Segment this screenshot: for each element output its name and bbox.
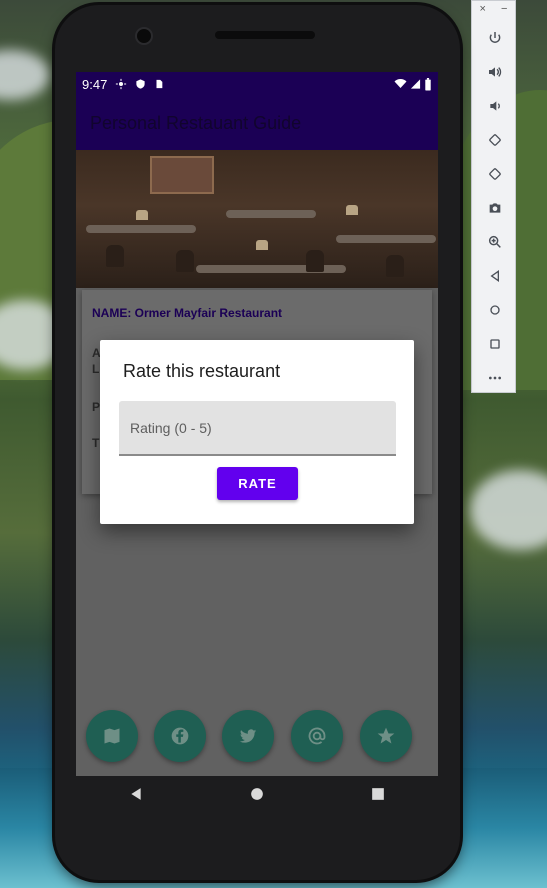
location-label: L	[92, 362, 100, 376]
email-button[interactable]	[291, 710, 343, 762]
chair	[106, 245, 124, 267]
rotate-left-icon	[488, 134, 501, 146]
minimize-icon[interactable]: −	[501, 3, 507, 21]
email-icon	[308, 727, 326, 745]
close-icon[interactable]: ×	[480, 3, 486, 21]
nav-back-button[interactable]	[121, 779, 151, 809]
rotate-right-button[interactable]	[472, 157, 517, 191]
rating-input[interactable]: Rating (0 - 5)	[119, 401, 396, 456]
overview-icon	[489, 339, 500, 349]
emulator-window-controls: × −	[472, 1, 515, 21]
phone-label: P	[92, 400, 101, 414]
emulator-toolbar: × −	[471, 0, 516, 393]
volume-up-icon	[488, 67, 501, 77]
lamp	[136, 210, 148, 220]
restaurant-name: NAME: Ormer Mayfair Restaurant	[92, 306, 283, 320]
home-icon	[489, 305, 500, 315]
status-time: 9:47	[82, 76, 108, 92]
rotate-left-button[interactable]	[472, 123, 517, 157]
map-button[interactable]	[86, 710, 138, 762]
rating-dialog: Rate this restaurant Rating (0 - 5) RATE	[100, 340, 414, 524]
system-nav-bar	[76, 771, 438, 817]
overview-icon	[371, 788, 384, 800]
more-icon	[488, 376, 501, 380]
rate-button[interactable]: RATE	[217, 467, 298, 500]
twitter-icon	[239, 729, 257, 743]
screenshot-button[interactable]	[472, 191, 517, 225]
chair	[176, 250, 194, 272]
lamp	[346, 205, 358, 215]
overview-button[interactable]	[472, 327, 517, 361]
status-bar: 9:47	[76, 72, 438, 96]
back-button[interactable]	[472, 259, 517, 293]
app-title: Personal Restauant Guide	[90, 112, 302, 133]
wifi-icon	[394, 79, 407, 88]
home-button[interactable]	[472, 293, 517, 327]
volume-down-button[interactable]	[472, 89, 517, 123]
rate-fab-button[interactable]	[360, 710, 412, 762]
settings-icon	[115, 78, 127, 90]
more-button[interactable]	[472, 361, 517, 395]
map-icon	[104, 728, 120, 744]
back-icon	[131, 788, 141, 800]
home-icon	[251, 788, 263, 800]
tags-label: T	[92, 436, 100, 450]
back-icon	[490, 270, 499, 282]
earpiece-speaker	[215, 31, 315, 39]
wallpaper-cloud	[470, 470, 547, 550]
volume-up-button[interactable]	[472, 55, 517, 89]
chair	[386, 255, 404, 277]
dining-table	[226, 210, 316, 218]
app-bar: Personal Restauant Guide	[76, 96, 438, 150]
wall-painting	[150, 156, 214, 194]
sd-card-icon	[154, 78, 164, 90]
nav-overview-button[interactable]	[363, 779, 393, 809]
dining-table	[336, 235, 436, 243]
front-camera	[135, 27, 153, 45]
battery-icon	[425, 77, 431, 90]
power-button[interactable]	[472, 21, 517, 55]
lamp	[256, 240, 268, 250]
rotate-right-icon	[488, 168, 501, 180]
action-buttons-row	[76, 710, 438, 764]
twitter-button[interactable]	[222, 710, 274, 762]
star-icon	[377, 727, 395, 744]
volume-down-icon	[489, 101, 500, 111]
facebook-icon	[171, 727, 189, 745]
nav-home-button[interactable]	[242, 779, 272, 809]
chair	[306, 250, 324, 272]
zoom-icon	[488, 235, 501, 248]
rating-input-placeholder: Rating (0 - 5)	[130, 420, 212, 436]
dining-table	[86, 225, 196, 233]
signal-icon	[410, 79, 421, 89]
wallpaper-cloud	[0, 50, 50, 100]
zoom-button[interactable]	[472, 225, 517, 259]
power-icon	[489, 32, 500, 43]
shield-icon	[135, 78, 146, 90]
restaurant-photo	[76, 150, 438, 288]
camera-icon	[489, 203, 500, 213]
dialog-title: Rate this restaurant	[123, 361, 281, 381]
facebook-button[interactable]	[154, 710, 206, 762]
